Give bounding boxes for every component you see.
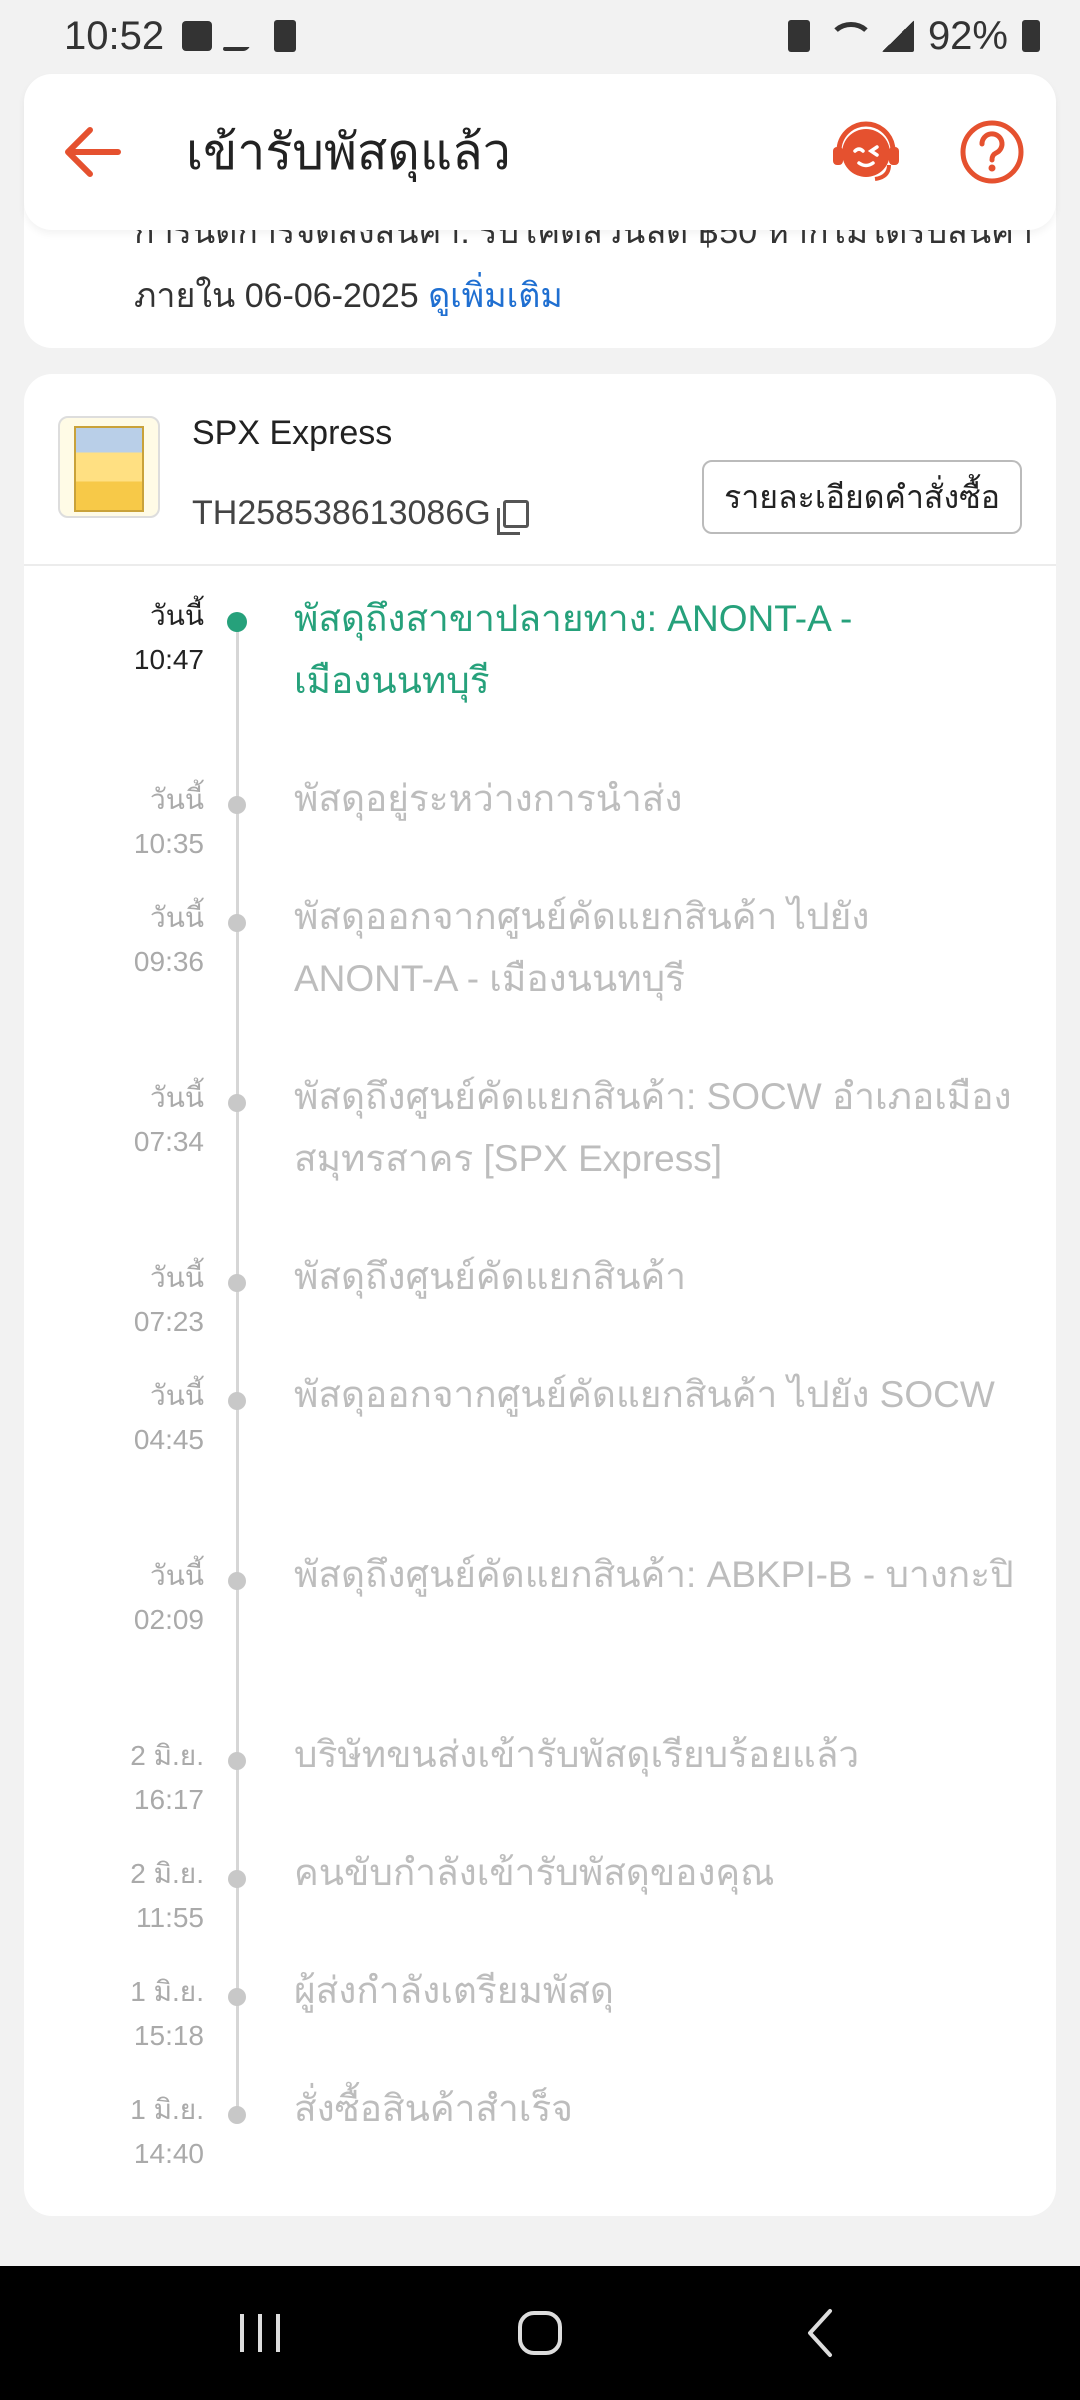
event-clock: 10:47: [133, 644, 204, 675]
event-day: วันนี้: [149, 600, 204, 631]
event-text: คนขับกำลังเข้ารับพัสดุของคุณ: [294, 1852, 775, 1893]
event-text: พัสดุถึงสาขาปลายทาง: ANONT-A - เมืองนนทบ…: [294, 598, 853, 701]
timeline-dot: [227, 612, 247, 632]
event-time: วันนี้ 10:47: [64, 594, 204, 682]
notice-deadline: ภายใน 06-06-2025: [134, 277, 419, 315]
recents-icon: [240, 2314, 280, 2352]
event-clock: 02:09: [133, 1604, 204, 1635]
event-time: วันนี้ 04:45: [64, 1374, 204, 1462]
event-text: พัสดุถึงศูนย์คัดแยกสินค้า: ABKPI-B - บาง…: [294, 1554, 1014, 1595]
tracking-row: TH258538613086G: [192, 494, 529, 535]
help-icon: [960, 120, 1024, 184]
battery-icon: [1022, 20, 1040, 52]
home-button[interactable]: [500, 2293, 580, 2373]
image-icon: [182, 21, 213, 51]
copy-icon[interactable]: [496, 499, 529, 535]
support-button[interactable]: [826, 112, 906, 192]
event-text: พัสดุถึงศูนย์คัดแยกสินค้า: SOCW อำเภอเมื…: [294, 1076, 1012, 1179]
timeline-dot: [228, 914, 246, 932]
timeline-dot: [228, 1392, 246, 1410]
event-text: พัสดุออกจากศูนย์คัดแยกสินค้า ไปยัง ANONT…: [294, 896, 870, 999]
event-time: 1 มิ.ย. 14:40: [64, 2088, 204, 2176]
event-day: วันนี้: [149, 1262, 204, 1293]
status-bar-left: 10:52: [64, 13, 297, 59]
data-saver-icon: [787, 20, 810, 52]
timeline-dot: [228, 1274, 246, 1292]
nav-back-button[interactable]: [780, 2293, 860, 2373]
event-clock: 11:55: [136, 1902, 204, 1933]
home-icon: [518, 2311, 562, 2355]
event-clock: 15:18: [133, 2020, 204, 2051]
tracking-number: TH258538613086G: [192, 494, 491, 532]
event-text: ผู้ส่งกำลังเตรียมพัสดุ: [294, 1970, 614, 2011]
event-time: วันนี้ 07:23: [64, 1256, 204, 1344]
sd-card-icon: [274, 20, 297, 52]
timeline-dot: [228, 1094, 246, 1112]
shipment-card: SPX Express TH258538613086G รายละเอียดคำ…: [24, 374, 1056, 2216]
tracking-timeline: วันนี้ 10:47 พัสดุถึงสาขาปลายทาง: ANONT-A…: [24, 566, 1056, 2206]
event-day: 1 มิ.ย.: [130, 2094, 204, 2125]
event-clock: 07:34: [133, 1126, 204, 1157]
timeline-line: [236, 624, 239, 2114]
event-clock: 10:35: [133, 828, 204, 859]
event-time: 2 มิ.ย. 16:17: [64, 1734, 204, 1822]
cell-signal-icon: [881, 20, 914, 52]
event-text: สั่งซื้อสินค้าสำเร็จ: [294, 2088, 573, 2129]
event-day: วันนี้: [149, 1380, 204, 1411]
event-text: พัสดุอยู่ระหว่างการนำส่ง: [294, 778, 683, 819]
battery-percent: 92%: [927, 13, 1008, 58]
support-agent-icon: [833, 121, 899, 181]
event-day: วันนี้: [149, 1082, 204, 1113]
system-nav-bar: [0, 2266, 1080, 2400]
event-time: วันนี้ 07:34: [64, 1076, 204, 1164]
recents-button[interactable]: [220, 2293, 300, 2373]
event-day: วันนี้: [149, 1560, 204, 1591]
event-day: วันนี้: [149, 902, 204, 933]
event-clock: 09:36: [133, 946, 204, 977]
timeline-dot: [228, 1752, 246, 1770]
event-clock: 14:40: [133, 2138, 204, 2169]
event-time: วันนี้ 09:36: [64, 896, 204, 984]
event-day: 2 มิ.ย.: [130, 1740, 204, 1771]
product-thumbnail[interactable]: [58, 416, 160, 518]
app-header: เข้ารับพัสดุแล้ว: [24, 74, 1056, 230]
wifi-icon: [824, 20, 874, 52]
event-day: 1 มิ.ย.: [130, 1976, 204, 2007]
timeline-dot: [228, 1870, 246, 1888]
timeline-dot: [228, 796, 246, 814]
event-text: พัสดุถึงศูนย์คัดแยกสินค้า: [294, 1256, 687, 1297]
timeline-dot: [228, 2106, 246, 2124]
carrier-name: SPX Express: [192, 414, 393, 452]
event-time: 2 มิ.ย. 11:55: [64, 1852, 204, 1940]
status-bar-right: 92%: [787, 13, 1040, 59]
see-more-link[interactable]: ดูเพิ่มเติม: [428, 277, 563, 315]
event-clock: 04:45: [133, 1424, 204, 1455]
help-button[interactable]: [952, 112, 1032, 192]
timeline-dot: [228, 1988, 246, 2006]
shipment-header: SPX Express TH258538613086G รายละเอียดคำ…: [24, 374, 1056, 566]
arrow-left-icon: [65, 127, 121, 177]
event-time: วันนี้ 10:35: [64, 778, 204, 866]
back-button[interactable]: [48, 108, 136, 196]
event-time: วันนี้ 02:09: [64, 1554, 204, 1642]
notice-text-line: ภายใน 06-06-2025 ดูเพิ่มเติม: [134, 268, 563, 322]
status-time: 10:52: [64, 13, 165, 58]
page-title: เข้ารับพัสดุแล้ว: [186, 123, 511, 180]
event-day: วันนี้: [149, 784, 204, 815]
timeline-dot: [228, 1572, 246, 1590]
event-text: พัสดุออกจากศูนย์คัดแยกสินค้า ไปยัง SOCW: [294, 1374, 995, 1415]
status-bar: 10:52 92%: [0, 0, 1080, 72]
event-clock: 07:23: [133, 1306, 204, 1337]
event-time: 1 มิ.ย. 15:18: [64, 1970, 204, 2058]
event-text: บริษัทขนส่งเข้ารับพัสดุเรียบร้อยแล้ว: [294, 1734, 860, 1775]
event-day: 2 มิ.ย.: [130, 1858, 204, 1889]
order-details-button[interactable]: รายละเอียดคำสั่งซื้อ: [702, 460, 1022, 534]
product-image: [74, 426, 144, 512]
back-icon: [808, 2309, 832, 2357]
signal-activity-icon: [221, 21, 265, 51]
event-clock: 16:17: [133, 1784, 204, 1815]
